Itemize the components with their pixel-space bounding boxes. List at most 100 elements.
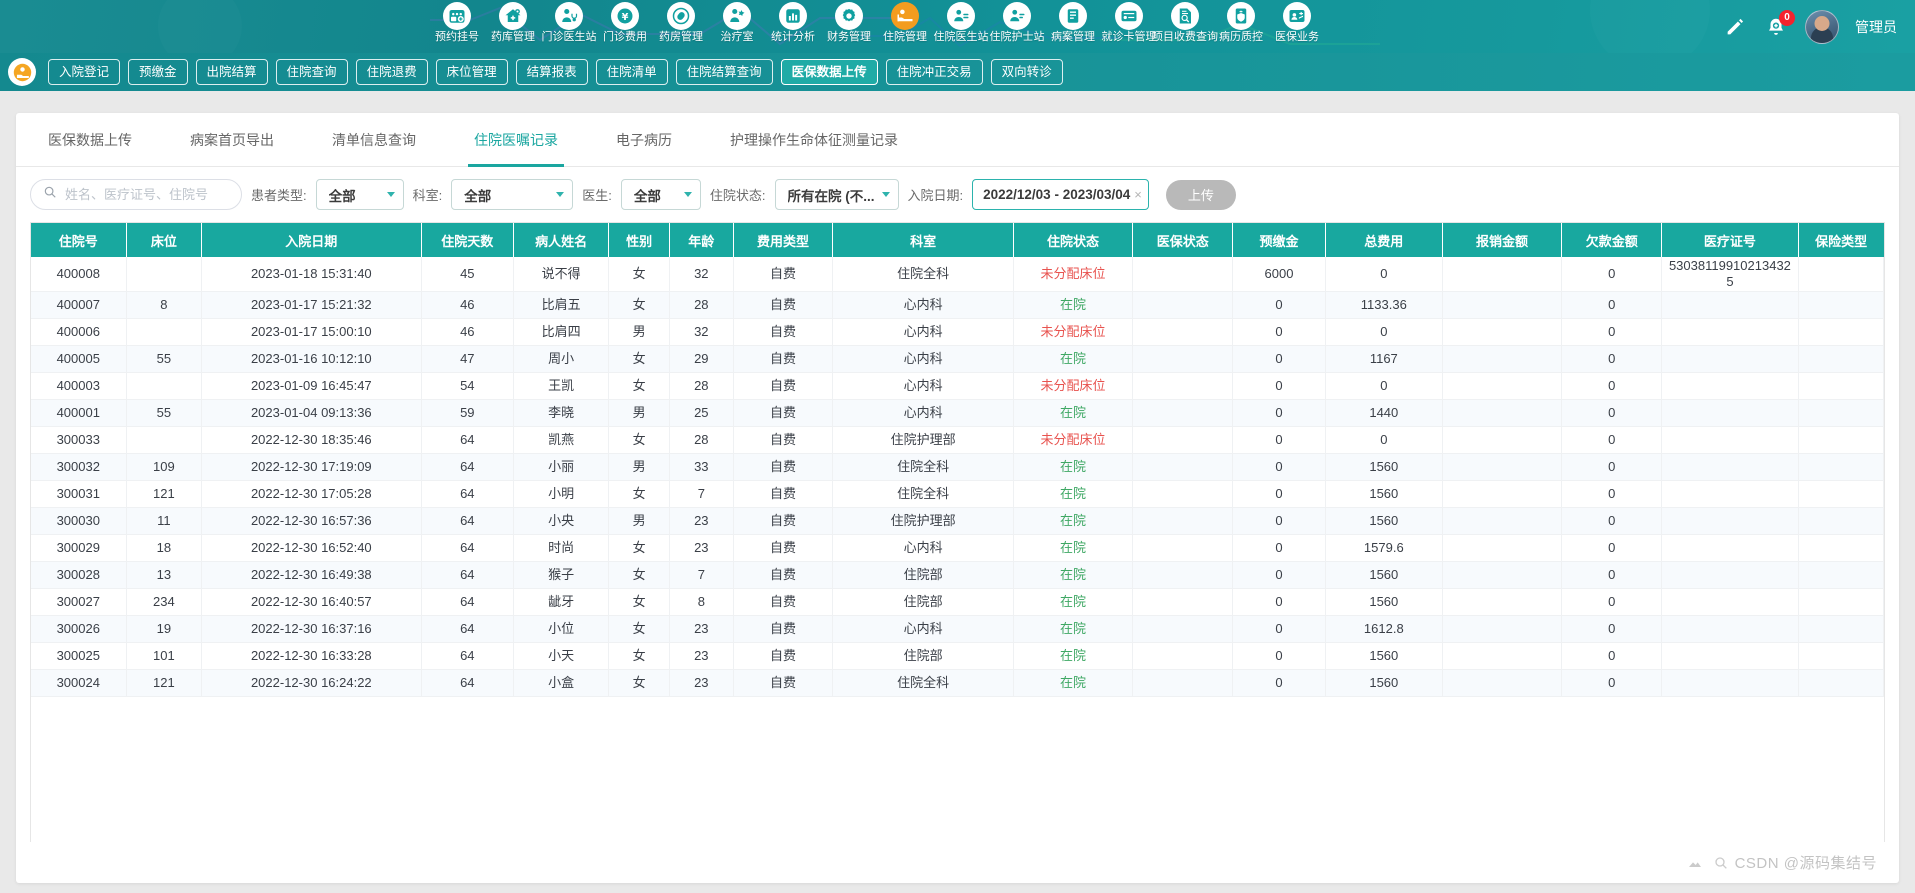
nav-item-预约挂号[interactable]: 预约挂号 bbox=[430, 0, 484, 44]
nav-item-药库管理[interactable]: 药库管理 bbox=[486, 0, 540, 44]
nav-item-病案管理[interactable]: 病案管理 bbox=[1046, 0, 1100, 44]
toolbar-button-双向转诊[interactable]: 双向转诊 bbox=[990, 59, 1063, 85]
table-row[interactable]: 300032 109 2022-12-30 17:19:09 64 小丽男 33 自费 住院全… bbox=[31, 453, 1884, 481]
col-医保状态[interactable]: 医保状态 bbox=[1132, 223, 1234, 257]
nav-item-住院护士站[interactable]: 住院护士站 bbox=[990, 0, 1045, 44]
toolbar-button-医保数据上传[interactable]: 医保数据上传 bbox=[780, 59, 878, 85]
toolbar-button-住院冲正交易[interactable]: 住院冲正交易 bbox=[885, 59, 983, 85]
tab-清单信息查询[interactable]: 清单信息查询 bbox=[314, 113, 434, 167]
tab-住院医嘱记录[interactable]: 住院医嘱记录 bbox=[456, 113, 576, 167]
avatar[interactable] bbox=[1805, 9, 1839, 44]
patient-type-label: 患者类型: bbox=[251, 188, 307, 203]
nav-item-病历质控[interactable]: 病历质控 bbox=[1214, 0, 1268, 44]
col-欠款金额[interactable]: 欠款金额 bbox=[1561, 223, 1663, 257]
patient-type-select[interactable]: 全部 bbox=[315, 179, 404, 210]
toolbar-button-住院清单[interactable]: 住院清单 bbox=[595, 59, 668, 85]
upload-button[interactable]: 上传 bbox=[1165, 179, 1236, 210]
toolbar-button-入院登记[interactable]: 入院登记 bbox=[48, 59, 121, 85]
table-cell: 0 bbox=[1325, 318, 1443, 346]
col-住院号[interactable]: 住院号 bbox=[31, 223, 127, 257]
table-row[interactable]: 300025 101 2022-12-30 16:33:28 64 小天女 23 自费 住院部… bbox=[31, 642, 1884, 670]
table-cell: 2022-12-30 16:49:38 bbox=[201, 561, 422, 589]
col-预缴金[interactable]: 预缴金 bbox=[1232, 223, 1326, 257]
table-row[interactable]: 300030 11 2022-12-30 16:57:36 64 小央男 23 自费 住院护理… bbox=[31, 507, 1884, 535]
nav-item-统计分析[interactable]: 统计分析 bbox=[766, 0, 820, 44]
table-row[interactable]: 300029 18 2022-12-30 16:52:40 64 时尚女 23 自费 心内科在… bbox=[31, 534, 1884, 562]
col-费用类型[interactable]: 费用类型 bbox=[733, 223, 834, 257]
table-cell: 0 bbox=[1232, 480, 1326, 508]
nav-item-住院管理[interactable]: 住院管理 bbox=[878, 0, 932, 44]
toolbar-button-住院查询[interactable]: 住院查询 bbox=[275, 59, 348, 85]
table-row[interactable]: 300033 2022-12-30 18:35:46 64 凯燕女 28 自费 住院护理部未… bbox=[31, 426, 1884, 454]
table-cell: 23 bbox=[669, 534, 734, 562]
toolbar-button-出院结算[interactable]: 出院结算 bbox=[195, 59, 268, 85]
tab-电子病历[interactable]: 电子病历 bbox=[598, 113, 690, 167]
col-医疗证号[interactable]: 医疗证号 bbox=[1661, 223, 1799, 257]
pencil-icon[interactable] bbox=[1723, 15, 1747, 39]
search-input[interactable] bbox=[65, 187, 229, 202]
table-row[interactable]: 400006 2023-01-17 15:00:10 46 比肩四男 32 自费 心内科 未分… bbox=[31, 318, 1884, 346]
watermark-text: CSDN @源码集结号 bbox=[1734, 855, 1877, 872]
table-row[interactable]: 400005 55 2023-01-16 10:12:10 47 周小女 29 自费 心内科在… bbox=[31, 345, 1884, 373]
table-cell: 64 bbox=[421, 534, 515, 562]
clear-date-icon[interactable]: × bbox=[1134, 187, 1142, 202]
bell-icon[interactable]: 0 bbox=[1763, 9, 1795, 40]
toolbar-button-住院结算查询[interactable]: 住院结算查询 bbox=[675, 59, 773, 85]
nav-item-门诊费用[interactable]: ¥ 门诊费用 bbox=[598, 0, 652, 44]
table-cell bbox=[1442, 318, 1563, 346]
table-row[interactable]: 400001 55 2023-01-04 09:13:36 59 李晓男 25 自费 心内科在… bbox=[31, 399, 1884, 427]
toolbar-button-预缴金[interactable]: 预缴金 bbox=[128, 59, 188, 85]
nav-item-住院医生站[interactable]: 住院医生站 bbox=[934, 0, 989, 44]
col-报销金额[interactable]: 报销金额 bbox=[1442, 223, 1563, 257]
table-row[interactable]: 300027 234 2022-12-30 16:40:57 64 龇牙女 8 自费 住院部在… bbox=[31, 588, 1884, 616]
col-住院状态[interactable]: 住院状态 bbox=[1013, 223, 1134, 257]
table-cell: 0 bbox=[1561, 588, 1663, 616]
nav-item-药房管理[interactable]: 药房管理 bbox=[654, 0, 708, 44]
table-cell: 46 bbox=[421, 318, 515, 346]
tab-护理操作生命体征测量记录[interactable]: 护理操作生命体征测量记录 bbox=[712, 113, 916, 167]
col-住院天数[interactable]: 住院天数 bbox=[421, 223, 515, 257]
table-cell: 0 bbox=[1561, 669, 1663, 697]
table-row[interactable]: 400003 2023-01-09 16:45:47 54 王凯女 28 自费 心内科 未分配… bbox=[31, 372, 1884, 400]
table-cell: 在院 bbox=[1013, 345, 1134, 373]
table-cell: 心内科 bbox=[832, 318, 1014, 346]
nav-item-就诊卡管理[interactable]: 就诊卡管理 bbox=[1102, 0, 1157, 44]
table-row[interactable]: 300028 13 2022-12-30 16:49:38 64 猴子女 7 自费 住院部 在院… bbox=[31, 561, 1884, 589]
table-row[interactable]: 300026 19 2022-12-30 16:37:16 64 小位女 23 自费 心内科在… bbox=[31, 615, 1884, 643]
table-cell: 女 bbox=[608, 480, 671, 508]
col-入院日期[interactable]: 入院日期 bbox=[201, 223, 422, 257]
nav-item-医保业务[interactable]: 医保业务 bbox=[1270, 0, 1324, 44]
table-cell: 0 bbox=[1232, 426, 1326, 454]
dept-select[interactable]: 全部 bbox=[451, 179, 574, 210]
tab-病案首页导出[interactable]: 病案首页导出 bbox=[172, 113, 292, 167]
col-科室[interactable]: 科室 bbox=[832, 223, 1014, 257]
col-年龄[interactable]: 年龄 bbox=[669, 223, 734, 257]
doctor-select[interactable]: 全部 bbox=[620, 179, 701, 210]
table-cell: 0 bbox=[1232, 588, 1326, 616]
table-row[interactable]: 400008 2023-01-18 15:31:40 45 说不得女 32 自费 住院全科未… bbox=[31, 257, 1884, 292]
table-row[interactable]: 300031 121 2022-12-30 17:05:28 64 小明女 7 自费 住院全科… bbox=[31, 480, 1884, 508]
toolbar-button-床位管理[interactable]: 床位管理 bbox=[435, 59, 508, 85]
nav-item-项目收费查询[interactable]: 项目收费查询 bbox=[1152, 0, 1218, 44]
nav-item-门诊医生站[interactable]: 门诊医生站 bbox=[542, 0, 597, 44]
table-cell: 7 bbox=[669, 561, 734, 589]
insurance-person-icon bbox=[1283, 2, 1311, 30]
col-床位[interactable]: 床位 bbox=[126, 223, 203, 257]
col-病人姓名[interactable]: 病人姓名 bbox=[513, 223, 610, 257]
table-cell bbox=[1798, 453, 1884, 481]
nav-item-治疗室[interactable]: 治疗室 bbox=[710, 0, 764, 44]
col-保险类型[interactable]: 保险类型 bbox=[1798, 223, 1884, 257]
table-cell: 234 bbox=[126, 588, 203, 616]
inpatient-state-select[interactable]: 所有在院 (不... bbox=[774, 179, 899, 210]
admission-date-range-picker[interactable]: 2022/12/03 - 2023/03/04 × bbox=[972, 179, 1149, 210]
search-box[interactable] bbox=[30, 179, 242, 210]
tab-医保数据上传[interactable]: 医保数据上传 bbox=[30, 113, 150, 167]
table-row[interactable]: 400007 8 2023-01-17 15:21:32 46 比肩五女 28 自费 心内科在… bbox=[31, 291, 1884, 319]
toolbar-button-结算报表[interactable]: 结算报表 bbox=[515, 59, 588, 85]
col-性别[interactable]: 性别 bbox=[608, 223, 671, 257]
table-cell: 64 bbox=[421, 453, 515, 481]
nav-item-财务管理[interactable]: 财务管理 bbox=[822, 0, 876, 44]
toolbar-button-住院退费[interactable]: 住院退费 bbox=[355, 59, 428, 85]
col-总费用[interactable]: 总费用 bbox=[1325, 223, 1443, 257]
table-row[interactable]: 300024 121 2022-12-30 16:24:22 64 小盒女 23 自费 住院全… bbox=[31, 669, 1884, 697]
